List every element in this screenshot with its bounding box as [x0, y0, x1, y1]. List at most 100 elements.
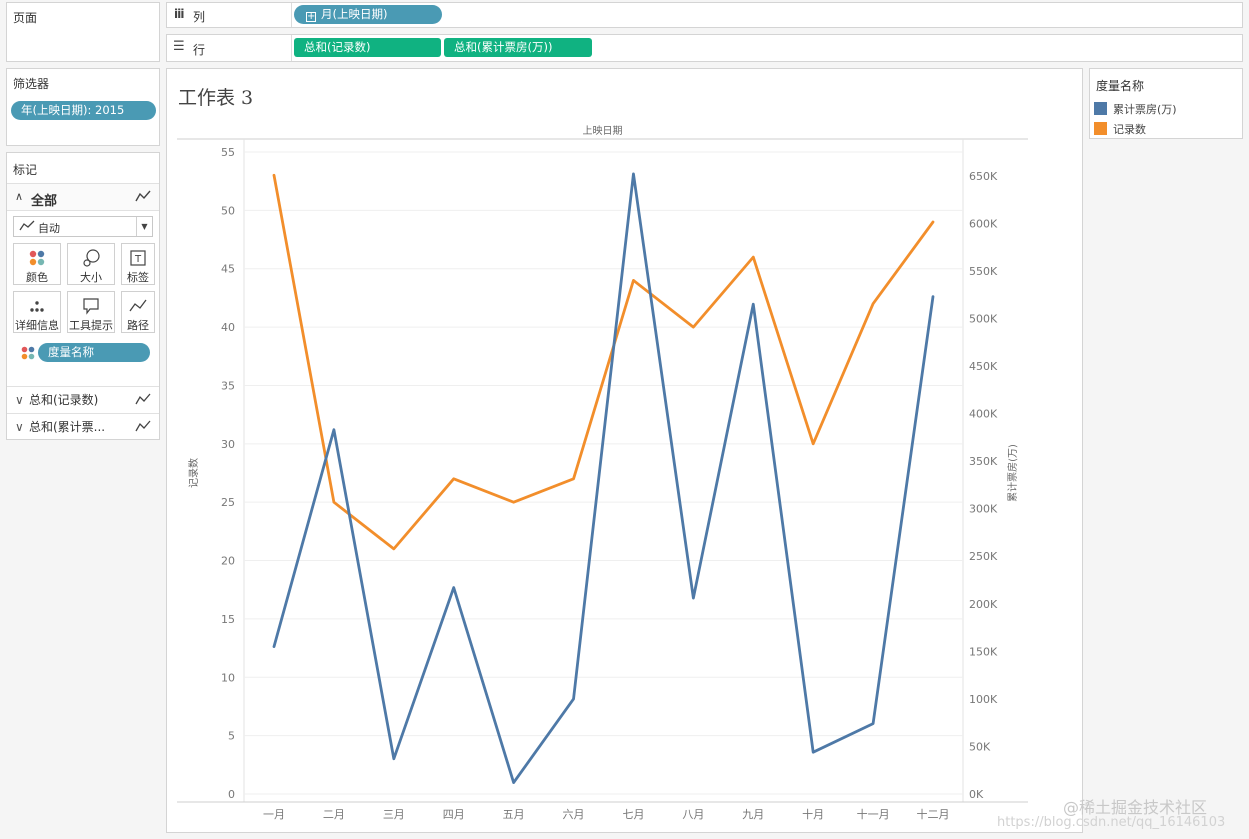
y-right-tick-label: 650K [969, 170, 998, 183]
x-tick-label: 四月 [443, 808, 465, 821]
x-tick-label: 二月 [323, 808, 345, 821]
mark-label-button[interactable]: T 标签 [121, 243, 155, 285]
x-tick-label: 八月 [682, 808, 704, 821]
mark-tooltip-label: 工具提示 [69, 319, 113, 332]
color-icon [20, 345, 36, 364]
x-tick-label: 七月 [622, 808, 644, 821]
x-tick-label: 一月 [263, 808, 285, 821]
legend-panel: 度量名称 累计票房(万) 记录数 [1089, 68, 1243, 139]
rows-icon: ☰ [173, 39, 185, 54]
rows-pill-record-count[interactable]: 总和(记录数) [294, 38, 441, 57]
svg-text:T: T [134, 254, 142, 265]
x-tick-label: 十月 [802, 807, 824, 821]
legend-item-label: 记录数 [1113, 123, 1146, 136]
y-right-axis-title: 累计票房(万) [1006, 444, 1019, 502]
line-mark-icon [135, 387, 151, 413]
y-right-tick-label: 50K [969, 740, 991, 753]
x-tick-label: 五月 [503, 808, 525, 821]
mark-type-value: 自动 [38, 222, 60, 235]
filter-pill-year[interactable]: 年(上映日期): 2015 [11, 101, 156, 120]
marks-measure-row-record-count[interactable]: ∨ 总和(记录数) [7, 386, 159, 412]
series-line-record-count [272, 173, 935, 551]
pages-panel-title: 页面 [13, 11, 38, 25]
rows-shelf[interactable]: ☰ 行 总和(记录数) 总和(累计票房(万)) [166, 34, 1243, 62]
columns-icon: ⅲ [174, 7, 185, 21]
line-mark-icon [135, 189, 151, 206]
y-left-axis-title: 记录数 [187, 458, 200, 488]
marks-measure-row-box-office[interactable]: ∨ 总和(累计票... [7, 413, 159, 439]
size-icon [68, 248, 114, 268]
detail-icon [14, 296, 60, 316]
y-left-tick-label: 15 [221, 613, 235, 626]
rows-shelf-label: 行 [193, 43, 206, 57]
mark-path-label: 路径 [127, 319, 149, 332]
y-right-tick-label: 350K [969, 455, 998, 468]
legend-title: 度量名称 [1096, 79, 1145, 93]
y-right-tick-label: 200K [969, 598, 998, 611]
marks-all-header[interactable]: ∧ 全部 [7, 183, 159, 211]
marks-field-pill-measure-names[interactable]: 度量名称 [38, 343, 150, 362]
dropdown-arrow-icon[interactable]: ▼ [136, 217, 152, 236]
color-icon [14, 248, 60, 268]
filters-panel: 筛选器 年(上映日期): 2015 [6, 68, 160, 146]
y-right-tick-label: 500K [969, 312, 998, 325]
marks-measure-row-label: 总和(累计票... [29, 420, 106, 434]
y-left-tick-label: 30 [221, 438, 235, 451]
rows-pill-box-office[interactable]: 总和(累计票房(万)) [444, 38, 592, 57]
columns-shelf-divider [291, 3, 292, 27]
y-right-tick-label: 100K [969, 693, 998, 706]
y-right-tick-label: 0K [969, 788, 984, 801]
legend-item-label: 累计票房(万) [1113, 103, 1177, 116]
mark-size-label: 大小 [80, 271, 102, 284]
legend-item-record-count[interactable]: 记录数 [1094, 122, 1146, 136]
pages-panel: 页面 [6, 2, 160, 62]
rows-shelf-divider [291, 35, 292, 61]
line-chart: 上映日期05101520253035404550550K50K100K150K2… [177, 125, 1028, 821]
expand-plus-icon[interactable]: + [306, 12, 316, 22]
mark-tooltip-button[interactable]: 工具提示 [67, 291, 115, 333]
filters-panel-title: 筛选器 [13, 77, 50, 91]
chevron-down-icon[interactable]: ∨ [15, 387, 29, 413]
columns-shelf-label: 列 [193, 10, 206, 24]
worksheet-view: 工作表 3 上映日期 0 5 10 15 20 25 30 35 40 45 50 55 0K 50K 100… [166, 68, 1083, 833]
y-left-tick-label: 20 [221, 555, 235, 568]
y-right-tick-label: 250K [969, 550, 998, 563]
x-tick-label: 六月 [563, 808, 585, 821]
mark-detail-label: 详细信息 [15, 319, 59, 332]
legend-swatch-box-office [1094, 102, 1107, 115]
y-left-tick-label: 35 [221, 379, 235, 392]
y-left-tick-label: 40 [221, 321, 235, 334]
legend-swatch-record-count [1094, 122, 1107, 135]
chevron-up-icon[interactable]: ∧ [15, 190, 23, 203]
watermark-csdn: https://blog.csdn.net/qq_16146103 [997, 815, 1226, 830]
mark-type-dropdown[interactable]: 自动 ▼ [13, 216, 153, 237]
tooltip-icon [68, 296, 114, 316]
y-left-tick-label: 10 [221, 671, 235, 684]
y-right-tick-label: 600K [969, 217, 998, 230]
mark-label-label: 标签 [127, 271, 149, 284]
columns-pill-month[interactable]: + 月(上映日期) [294, 5, 442, 24]
y-left-tick-label: 50 [221, 204, 235, 217]
line-mark-icon [19, 220, 35, 235]
marks-measure-row-label: 总和(记录数) [29, 393, 99, 407]
mark-path-button[interactable]: 路径 [121, 291, 155, 333]
chevron-down-icon[interactable]: ∨ [15, 414, 29, 440]
columns-shelf[interactable]: ⅲ 列 + 月(上映日期) [166, 2, 1243, 28]
x-tick-label: 十二月 [917, 807, 950, 821]
mark-color-button[interactable]: 颜色 [13, 243, 61, 285]
y-right-tick-label: 150K [969, 645, 998, 658]
y-left-tick-label: 0 [228, 788, 235, 801]
y-left-tick-label: 45 [221, 263, 235, 276]
marks-all-label: 全部 [31, 194, 58, 209]
line-mark-icon [135, 414, 151, 440]
y-right-tick-label: 550K [969, 265, 998, 278]
x-tick-label: 十一月 [857, 807, 890, 821]
y-right-tick-label: 300K [969, 503, 998, 516]
series-line-box-office [272, 172, 935, 784]
mark-size-button[interactable]: 大小 [67, 243, 115, 285]
mark-detail-button[interactable]: 详细信息 [13, 291, 61, 333]
legend-item-box-office[interactable]: 累计票房(万) [1094, 102, 1177, 116]
y-right-tick-label: 400K [969, 408, 998, 421]
marks-panel: 标记 ∧ 全部 自动 ▼ 颜色 大小 T 标签 详细信息 工具提示 路径 度量名… [6, 152, 160, 440]
x-tick-label: 三月 [383, 808, 405, 821]
